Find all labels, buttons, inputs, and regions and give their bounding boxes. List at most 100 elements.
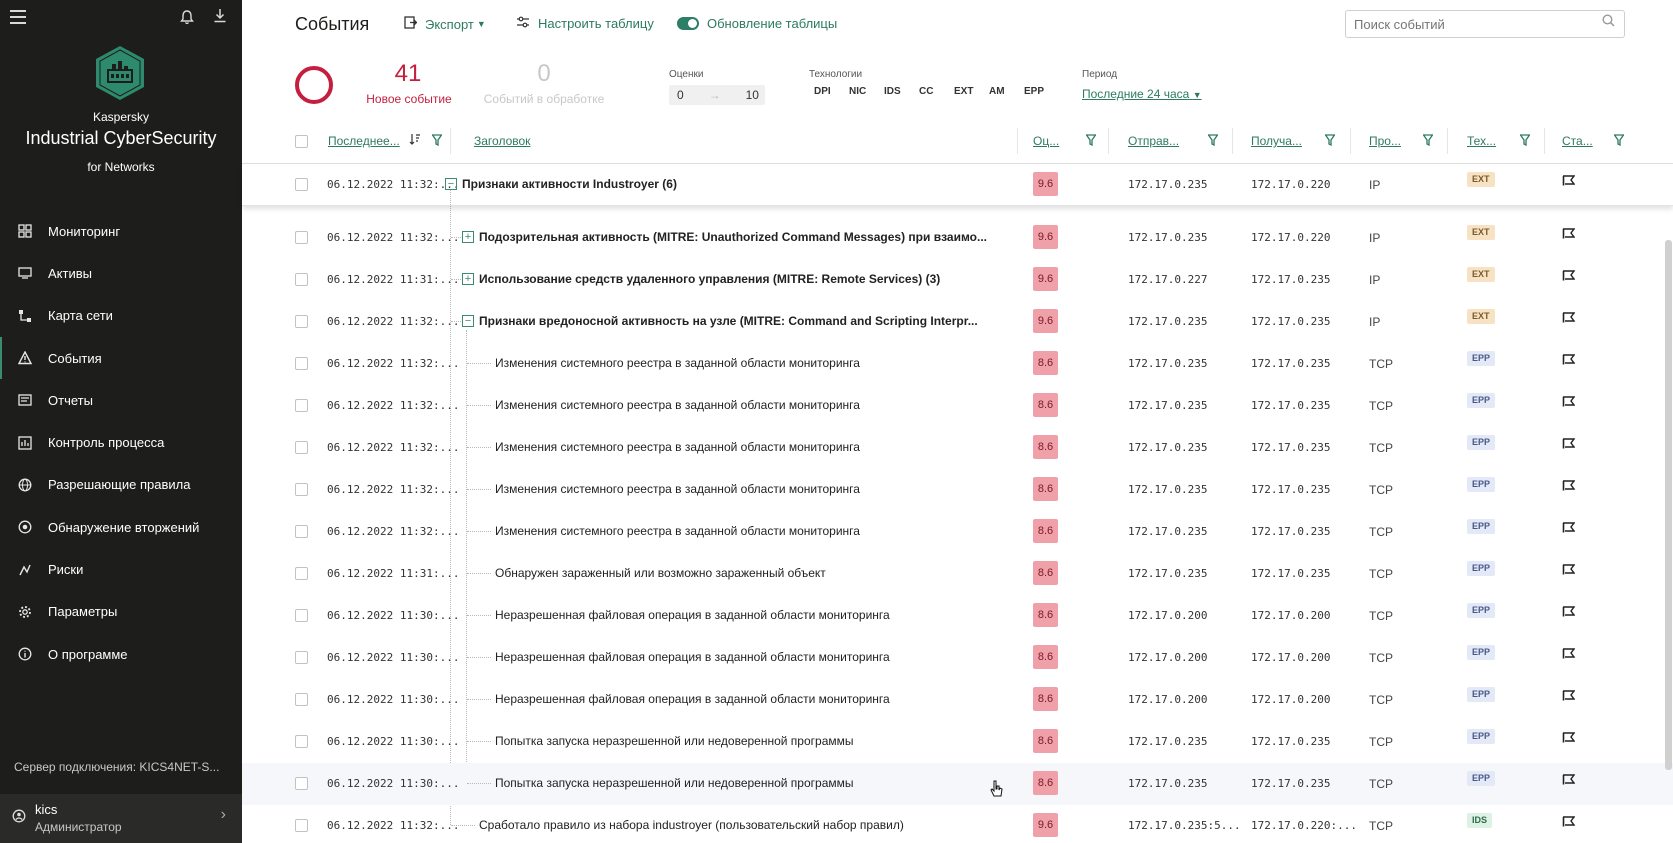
filter-icon[interactable] — [1519, 133, 1531, 147]
table-row[interactable]: 06.12.2022 11:30:... Неразрешенная файлов… — [242, 595, 1673, 637]
table-row[interactable]: 06.12.2022 11:32:... Сработало правило из… — [242, 805, 1673, 843]
table-row[interactable]: 06.12.2022 11:32:... − Признаки вредоносно… — [242, 301, 1673, 343]
tech-filter-dpi[interactable]: DPI — [814, 86, 849, 97]
user-panel[interactable]: kics Администратор › — [0, 794, 242, 843]
table-row[interactable]: 06.12.2022 11:32:... Изменения системного… — [242, 385, 1673, 427]
sidebar-item-process-control[interactable]: Контроль процесса — [0, 421, 242, 463]
filter-icon[interactable] — [431, 133, 443, 147]
event-title[interactable]: Сработало правило из набора industroyer … — [479, 818, 1012, 832]
row-checkbox[interactable] — [295, 651, 308, 664]
sort-descending-icon[interactable] — [409, 132, 421, 150]
table-row[interactable]: 06.12.2022 11:32:... Изменения системного… — [242, 427, 1673, 469]
row-checkbox[interactable] — [295, 178, 308, 191]
column-header-sender[interactable]: Отправ... — [1128, 134, 1179, 148]
column-header-protocol[interactable]: Про... — [1369, 134, 1401, 148]
table-row[interactable]: 06.12.2022 11:32:... Изменения системного… — [242, 469, 1673, 511]
status-flag-icon[interactable] — [1562, 228, 1576, 239]
status-flag-icon[interactable] — [1562, 774, 1576, 785]
sidebar-item-network-map[interactable]: Карта сети — [0, 295, 242, 337]
status-flag-icon[interactable] — [1562, 312, 1576, 323]
expand-icon[interactable]: + — [462, 231, 474, 243]
row-checkbox[interactable] — [295, 441, 308, 454]
export-button[interactable]: Экспорт ▼ — [404, 16, 486, 32]
status-flag-icon[interactable] — [1562, 648, 1576, 659]
tech-filter-epp[interactable]: EPP — [1024, 86, 1059, 97]
scrollbar-thumb[interactable] — [1665, 240, 1672, 770]
download-icon[interactable] — [213, 8, 227, 27]
collapse-icon[interactable]: − — [462, 315, 474, 327]
column-header-technology[interactable]: Тех... — [1467, 134, 1496, 148]
table-row[interactable]: 06.12.2022 11:30:... Неразрешенная файлов… — [242, 637, 1673, 679]
filter-icon[interactable] — [1324, 133, 1336, 147]
sidebar-item-reports[interactable]: Отчеты — [0, 379, 242, 421]
event-title[interactable]: Попытка запуска неразрешенной или недове… — [495, 776, 1012, 790]
status-flag-icon[interactable] — [1562, 396, 1576, 407]
event-title[interactable]: Попытка запуска неразрешенной или недове… — [495, 734, 1012, 748]
table-row[interactable]: 06.12.2022 11:32:... Изменения системного… — [242, 511, 1673, 553]
table-row[interactable]: 06.12.2022 11:32:... Изменения системного… — [242, 343, 1673, 385]
new-events-count[interactable]: 41 — [358, 60, 458, 88]
column-header-status[interactable]: Ста... — [1562, 134, 1593, 148]
collapse-icon[interactable]: − — [445, 178, 457, 190]
bell-icon[interactable] — [180, 10, 194, 28]
row-checkbox[interactable] — [295, 777, 308, 790]
event-title[interactable]: Неразрешенная файловая операция в заданн… — [495, 608, 1012, 622]
event-title[interactable]: Использование средств удаленного управле… — [479, 272, 1012, 286]
sidebar-item-allow-rules[interactable]: Разрешающие правила — [0, 464, 242, 506]
event-title[interactable]: Изменения системного реестра в заданной … — [495, 398, 1012, 412]
status-flag-icon[interactable] — [1562, 270, 1576, 281]
table-row[interactable]: 06.12.2022 11:31:... Обнаружен зараженный… — [242, 553, 1673, 595]
column-header-receiver[interactable]: Получа... — [1251, 134, 1302, 148]
row-checkbox[interactable] — [295, 609, 308, 622]
event-title[interactable]: Признаки активности Industroyer (6) — [462, 177, 1012, 191]
new-events-label[interactable]: Новое событие — [364, 92, 454, 106]
column-header-title[interactable]: Заголовок — [474, 134, 530, 148]
sidebar-item-settings[interactable]: Параметры — [0, 591, 242, 633]
status-flag-icon[interactable] — [1562, 564, 1576, 575]
status-flag-icon[interactable] — [1562, 175, 1576, 186]
period-select[interactable]: Последние 24 часа ▼ — [1082, 87, 1202, 101]
status-flag-icon[interactable] — [1562, 732, 1576, 743]
row-checkbox[interactable] — [295, 483, 308, 496]
table-row[interactable]: 06.12.2022 11:30:... Неразрешенная файлов… — [242, 679, 1673, 721]
configure-table-button[interactable]: Настроить таблицу — [516, 16, 654, 31]
event-title[interactable]: Подозрительная активность (MITRE: Unauth… — [479, 230, 1012, 244]
table-row[interactable]: 06.12.2022 11:32:... + Подозрительная акти… — [242, 217, 1673, 259]
event-title[interactable]: Неразрешенная файловая операция в заданн… — [495, 692, 1012, 706]
auto-refresh-toggle[interactable]: Обновление таблицы — [677, 16, 837, 31]
row-checkbox[interactable] — [295, 357, 308, 370]
column-header-score[interactable]: Оц... — [1033, 134, 1059, 148]
event-title[interactable]: Изменения системного реестра в заданной … — [495, 524, 1012, 538]
search-input[interactable] — [1345, 10, 1625, 38]
sidebar-item-events[interactable]: События — [0, 336, 242, 380]
tech-filter-cc[interactable]: CC — [919, 86, 954, 97]
hamburger-menu-icon[interactable] — [10, 10, 26, 24]
filter-icon[interactable] — [1613, 133, 1625, 147]
sidebar-item-assets[interactable]: Активы — [0, 252, 242, 294]
sidebar-item-risks[interactable]: Риски — [0, 548, 242, 590]
event-title[interactable]: Изменения системного реестра в заданной … — [495, 440, 1012, 454]
search-icon[interactable] — [1602, 14, 1615, 30]
select-all-checkbox[interactable] — [295, 135, 308, 148]
row-checkbox[interactable] — [295, 273, 308, 286]
event-title[interactable]: Обнаружен зараженный или возможно зараже… — [495, 566, 1012, 580]
status-flag-icon[interactable] — [1562, 354, 1576, 365]
score-range-filter[interactable]: 0 → 10 — [669, 85, 765, 105]
row-checkbox[interactable] — [295, 525, 308, 538]
status-flag-icon[interactable] — [1562, 816, 1576, 827]
table-row[interactable]: 06.12.2022 11:31:... + Использование средс… — [242, 259, 1673, 301]
sidebar-item-monitoring[interactable]: Мониторинг — [0, 210, 242, 252]
row-checkbox[interactable] — [295, 231, 308, 244]
row-checkbox[interactable] — [295, 735, 308, 748]
tech-filter-ids[interactable]: IDS — [884, 86, 919, 97]
status-flag-icon[interactable] — [1562, 606, 1576, 617]
row-checkbox[interactable] — [295, 315, 308, 328]
tech-filter-am[interactable]: AM — [989, 86, 1024, 97]
row-checkbox[interactable] — [295, 567, 308, 580]
row-checkbox[interactable] — [295, 693, 308, 706]
vertical-scrollbar[interactable] — [1665, 164, 1673, 784]
event-title[interactable]: Изменения системного реестра в заданной … — [495, 356, 1012, 370]
table-row[interactable]: 06.12.2022 11:30:... Попытка запуска нера… — [242, 763, 1673, 805]
tech-filter-nic[interactable]: NIC — [849, 86, 884, 97]
status-flag-icon[interactable] — [1562, 690, 1576, 701]
